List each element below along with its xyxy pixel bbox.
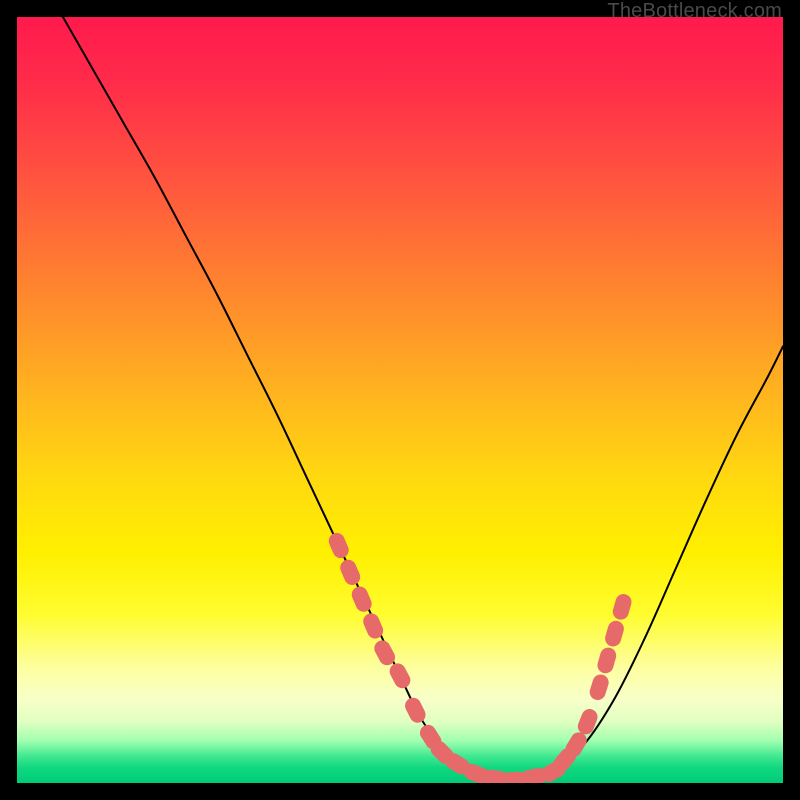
highlight-dot xyxy=(338,557,363,587)
highlight-dot xyxy=(402,695,428,725)
highlight-dots xyxy=(326,530,633,783)
highlight-dot xyxy=(603,619,626,648)
chart-plot-area xyxy=(17,17,783,783)
highlight-dot xyxy=(326,530,351,560)
highlight-dot xyxy=(596,646,619,675)
highlight-dot xyxy=(588,672,611,702)
highlight-dot xyxy=(611,592,634,621)
highlight-dot xyxy=(575,707,600,737)
highlight-dot xyxy=(387,661,413,691)
chart-frame: TheBottleneck.com xyxy=(0,0,800,800)
bottleneck-curve xyxy=(63,17,783,781)
attribution-text: TheBottleneck.com xyxy=(607,0,782,23)
highlight-dot xyxy=(349,584,374,614)
chart-svg xyxy=(17,17,783,783)
